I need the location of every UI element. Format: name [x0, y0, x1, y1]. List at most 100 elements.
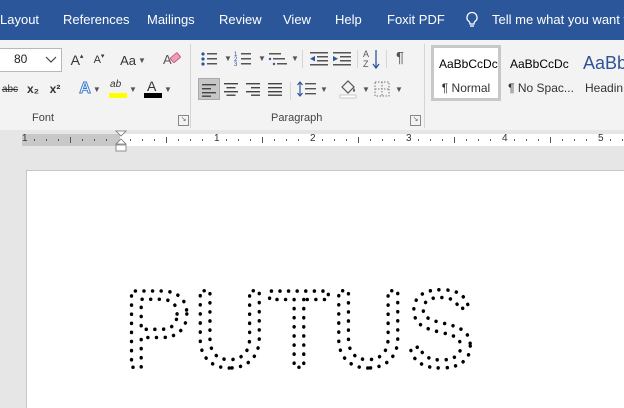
- ruler-tick: [262, 137, 263, 143]
- tab-review[interactable]: Review: [219, 0, 262, 40]
- ruler-tick: [322, 139, 323, 141]
- document-page[interactable]: PUTUS: [26, 170, 624, 408]
- font-dialog-launcher[interactable]: ↘: [178, 115, 189, 126]
- ruler-tick: [394, 139, 395, 141]
- ruler-tick: [370, 139, 371, 141]
- svg-text:Z: Z: [363, 59, 369, 69]
- ruler-tick: [178, 139, 179, 141]
- ruler-tick: [358, 137, 359, 143]
- align-right-icon[interactable]: [246, 82, 262, 96]
- font-color-swatch: [144, 93, 163, 98]
- chevron-down-icon[interactable]: [45, 55, 57, 64]
- style-heading-1[interactable]: AaBb Headin: [580, 45, 624, 101]
- tab-view[interactable]: View: [283, 0, 311, 40]
- ruler-tick: [574, 139, 575, 141]
- lightbulb-icon[interactable]: [465, 11, 479, 29]
- ruler-tick: [190, 139, 191, 141]
- ruler-tick: [478, 139, 479, 141]
- svg-text:A: A: [363, 49, 369, 59]
- ruler-tick: [202, 139, 203, 141]
- paragraph-dialog-launcher[interactable]: ↘: [410, 115, 421, 126]
- show-formatting-marks-icon[interactable]: ¶: [396, 49, 404, 66]
- grow-font-button[interactable]: A ▴: [69, 50, 85, 70]
- ruler-tick: [334, 139, 335, 141]
- ruler-tick: [250, 139, 251, 141]
- font-size-box[interactable]: 80: [0, 48, 62, 72]
- decrease-indent-icon[interactable]: [309, 50, 329, 68]
- highlight-swatch: [109, 93, 128, 98]
- strikethrough-button[interactable]: abc: [0, 80, 20, 98]
- ruler-tick: [430, 139, 431, 141]
- font-group-label: Font: [32, 112, 55, 124]
- ruler-tick: [58, 139, 59, 141]
- ruler-tick: [526, 139, 527, 141]
- align-left-icon: [202, 84, 216, 97]
- document-text[interactable]: PUTUS: [123, 279, 483, 375]
- highlight-color-button[interactable]: ab ▼: [108, 78, 138, 100]
- superscript-button[interactable]: x²: [46, 80, 64, 98]
- change-case-button[interactable]: Aa ▼: [118, 50, 148, 70]
- ruler-tick: [418, 139, 419, 141]
- tab-references[interactable]: References: [63, 0, 129, 40]
- ruler-tick: [46, 139, 47, 141]
- align-left-button[interactable]: [198, 78, 220, 100]
- ribbon-tab-bar: Layout References Mailings Review View H…: [0, 0, 624, 40]
- bullets-icon[interactable]: [200, 50, 222, 68]
- ruler-tick: [130, 139, 131, 141]
- ruler-tick: [346, 139, 347, 141]
- ruler-tick: [550, 137, 551, 143]
- clear-formatting-icon[interactable]: A: [163, 50, 181, 68]
- tab-help[interactable]: Help: [335, 0, 362, 40]
- borders-icon[interactable]: [374, 81, 390, 97]
- ruler-tick: [82, 139, 83, 141]
- style-normal[interactable]: AaBbCcDc ¶ Normal: [431, 45, 501, 101]
- ribbon: 80 A ▴ A ▾ Aa ▼ A abc x₂ x² A ▼ ab ▼ A ▼…: [0, 40, 624, 131]
- svg-text:3: 3: [234, 62, 238, 68]
- indent-markers[interactable]: [114, 130, 128, 152]
- line-spacing-icon[interactable]: [297, 80, 317, 98]
- ruler-tick: [562, 139, 563, 141]
- ruler-tick: [442, 139, 443, 141]
- ruler-tick: [106, 139, 107, 141]
- ruler-tick: [622, 139, 623, 141]
- increase-indent-icon[interactable]: [332, 50, 352, 68]
- align-center-icon[interactable]: [224, 82, 240, 96]
- ruler-tick: [142, 139, 143, 141]
- horizontal-ruler[interactable]: 1 1 2 3 4 5: [0, 130, 624, 152]
- ruler-tick: [34, 139, 35, 141]
- ruler-tick: [454, 137, 455, 143]
- text-effects-button[interactable]: A ▼: [76, 79, 104, 99]
- multilevel-list-icon[interactable]: [268, 50, 290, 68]
- ruler-tick: [286, 139, 287, 141]
- ruler-tick: [166, 137, 167, 143]
- font-color-button[interactable]: A ▼: [143, 78, 173, 100]
- ruler-tick: [298, 139, 299, 141]
- ruler-tick: [226, 139, 227, 141]
- shrink-font-button[interactable]: A ▾: [91, 50, 107, 70]
- ruler-tick: [586, 139, 587, 141]
- font-size-value[interactable]: 80: [14, 52, 27, 66]
- tab-layout[interactable]: Layout: [0, 0, 39, 40]
- ruler-tick: [382, 139, 383, 141]
- ruler-tick: [538, 139, 539, 141]
- shading-icon[interactable]: [338, 79, 358, 99]
- ruler-tick: [70, 137, 71, 143]
- tell-me-search[interactable]: Tell me what you want to: [492, 0, 624, 40]
- sort-icon[interactable]: A Z: [363, 48, 381, 70]
- ruler-tick: [490, 139, 491, 141]
- ruler-tick: [154, 139, 155, 141]
- ruler-tick: [238, 139, 239, 141]
- ruler-tick: [514, 139, 515, 141]
- numbering-icon[interactable]: 1 2 3: [234, 50, 256, 68]
- highlighter-icon: ab: [110, 79, 122, 90]
- tab-mailings[interactable]: Mailings: [147, 0, 195, 40]
- ruler-tick: [274, 139, 275, 141]
- style-no-spacing[interactable]: AaBbCcDc ¶ No Spac...: [504, 45, 578, 101]
- ruler-tick: [94, 139, 95, 141]
- subscript-button[interactable]: x₂: [24, 80, 42, 98]
- ruler-tick: [610, 139, 611, 141]
- paragraph-group-label: Paragraph: [271, 112, 323, 124]
- justify-icon[interactable]: [268, 82, 284, 96]
- tracing-word: PUTUS: [123, 279, 475, 375]
- tab-foxit-pdf[interactable]: Foxit PDF: [387, 0, 445, 40]
